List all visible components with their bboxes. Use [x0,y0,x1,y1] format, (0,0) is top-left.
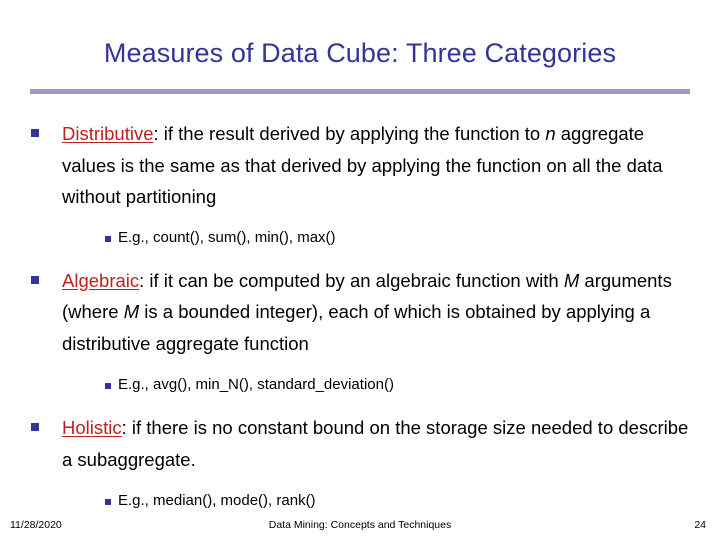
bullet-text-segment: : if the result derived by applying the … [153,123,546,144]
footer-page-number: 24 [694,519,706,531]
term-distributive: Distributive [62,123,154,144]
bullet-square-icon [31,275,39,284]
slide-footer: 11/28/2020 Data Mining: Concepts and Tec… [0,512,720,540]
sub-bullet-holistic-examples: E.g., median(), mode(), rank() [0,490,720,511]
footer-center-text: Data Mining: Concepts and Techniques [268,519,452,531]
sub-bullet-text: E.g., median(), mode(), rank() [118,492,316,509]
page-title: Measures of Data Cube: Three Categories [103,38,617,68]
title-divider [30,89,690,94]
bullet-text-segment: : if there is no constant bound on the s… [62,417,689,470]
variable-n: n [545,123,556,144]
sub-bullet-square-icon [105,235,111,242]
slide-body: Distributive: if the result derived by a… [0,118,720,511]
bullet-text-tail: is a bounded integer), each of which is … [62,301,651,354]
term-holistic: Holistic [62,417,122,438]
sub-bullet-distributive-examples: E.g., count(), sum(), min(), max() [0,227,720,248]
sub-bullet-algebraic-examples: E.g., avg(), min_N(), standard_deviation… [0,374,720,395]
bullet-item-distributive: Distributive: if the result derived by a… [0,118,720,213]
bullet-item-algebraic: Algebraic: if it can be computed by an a… [0,265,720,360]
bullet-text: Holistic: if there is no constant bound … [62,417,688,470]
variable-m-first: M [563,269,580,291]
bullet-item-holistic: Holistic: if there is no constant bound … [0,412,720,475]
term-algebraic: Algebraic [62,269,140,291]
sub-bullet-square-icon [105,383,111,389]
variable-m-second: M [123,301,140,322]
bullet-text-segment: : if it can be computed by an algebraic … [139,269,564,291]
slide: Measures of Data Cube: Three Categories … [0,0,720,540]
bullet-square-icon [31,129,39,137]
title-area: Measures of Data Cube: Three Categories [0,36,720,70]
sub-bullet-square-icon [105,499,111,505]
sub-bullet-text: E.g., count(), sum(), min(), max() [118,228,336,246]
sub-bullet-text: E.g., avg(), min_N(), standard_deviation… [118,376,394,393]
bullet-text: Algebraic: if it can be computed by an a… [62,270,672,354]
bullet-square-icon [31,423,39,431]
bullet-text: Distributive: if the result derived by a… [62,123,663,207]
